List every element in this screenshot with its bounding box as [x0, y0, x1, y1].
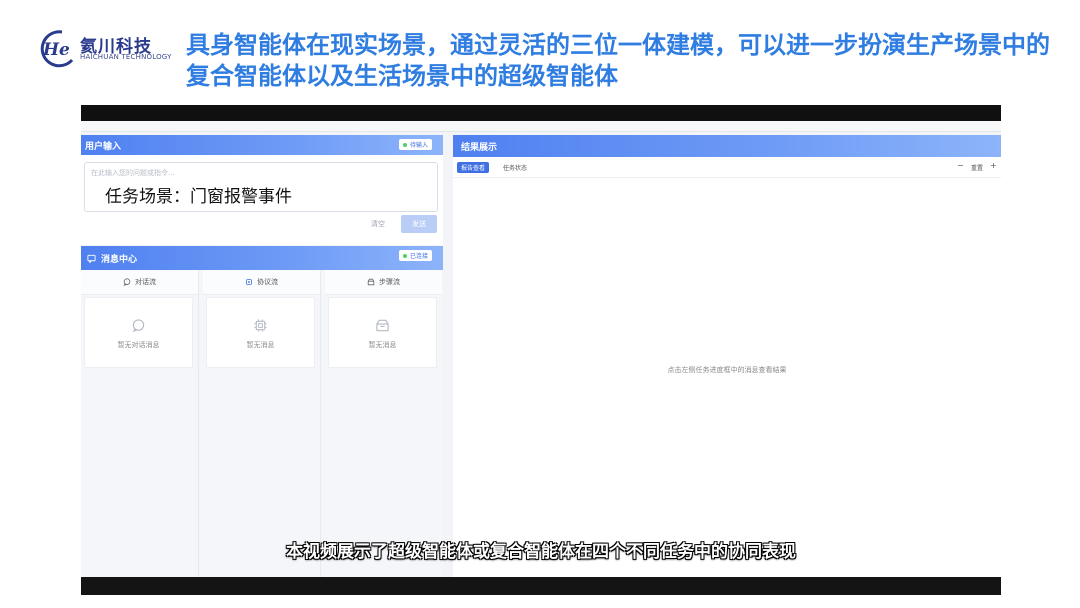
tab-task-status[interactable]: 任务状态 — [499, 162, 531, 173]
column-label: 协议流 — [257, 278, 278, 286]
browser-top-bar — [81, 105, 1001, 121]
result-header: 结果展示 — [453, 135, 1001, 157]
input-status-text: 待输入 — [410, 142, 429, 149]
empty-message-text: 暂无对话消息 — [117, 341, 160, 349]
message-icon — [87, 254, 96, 263]
protocol-flow-column: 协议流 暂无消息 — [203, 270, 321, 577]
connection-status-badge: 已连接 — [399, 250, 433, 261]
chat-bubble-icon — [123, 278, 131, 286]
user-input-header: 用户输入 待输入 — [81, 135, 443, 155]
send-button[interactable]: 发送 — [401, 215, 437, 233]
app-screenshot: 用户输入 待输入 在此输入您的问题或指令... 任务场景：门窗报警事件 清空 发… — [81, 105, 1001, 595]
task-scenario-text: 任务场景：门窗报警事件 — [105, 187, 292, 207]
zoom-out-button[interactable]: − — [957, 161, 964, 170]
column-label: 对话流 — [135, 278, 156, 286]
input-status-badge: 待输入 — [399, 139, 433, 150]
tab-protocol-flow[interactable]: 协议流 — [203, 270, 320, 295]
empty-state-card: 暂无消息 — [328, 297, 437, 368]
chat-bubble-icon — [132, 319, 145, 333]
message-center-title: 消息中心 — [101, 254, 138, 265]
empty-state-card: 暂无消息 — [206, 297, 315, 368]
browser-toolbar-strip — [81, 121, 1001, 132]
tab-report-view[interactable]: 报告查看 — [457, 162, 490, 173]
connection-dot — [403, 253, 407, 258]
zoom-in-button[interactable]: + — [990, 161, 997, 170]
column-label: 步骤流 — [379, 278, 400, 286]
message-center-header: 消息中心 已连接 — [81, 246, 443, 270]
user-input-panel: 在此输入您的问题或指令... 任务场景：门窗报警事件 — [81, 155, 443, 245]
clear-button[interactable]: 清空 — [371, 219, 385, 229]
empty-state-card: 暂无对话消息 — [84, 297, 193, 368]
result-title: 结果展示 — [461, 142, 498, 153]
status-dot — [403, 142, 407, 147]
step-flow-column: 步骤流 暂无消息 — [325, 270, 442, 577]
dialogue-flow-column: 对话流 暂无对话消息 — [81, 270, 199, 577]
taskbar — [81, 577, 1001, 595]
haichuan-logo-icon: He — [40, 30, 74, 68]
input-placeholder: 在此输入您的问题或指令... — [91, 169, 175, 177]
message-center-body: 对话流 暂无对话消息 协议流 暂无消息 步骤流 暂无消息 — [81, 270, 443, 577]
tab-step-flow[interactable]: 步骤流 — [325, 270, 442, 295]
empty-message-text: 暂无消息 — [368, 341, 397, 349]
logo-text-en: HAICHUAN TECHNOLOGY — [80, 53, 172, 61]
tab-dialogue-flow[interactable]: 对话流 — [81, 270, 198, 295]
result-panel: 报告查看 任务状态 − 重置 + 点击左侧任务进度框中的消息查看结果 — [453, 157, 1001, 577]
result-hint-text: 点击左侧任务进度框中的消息查看结果 — [667, 366, 787, 374]
result-tab-bar: 报告查看 任务状态 − 重置 + — [453, 157, 1001, 178]
question-input[interactable]: 在此输入您的问题或指令... 任务场景：门窗报警事件 — [84, 162, 438, 212]
chip-icon — [254, 319, 267, 332]
svg-text:He: He — [42, 40, 70, 60]
connection-status-text: 已连接 — [410, 253, 429, 260]
box-icon — [376, 319, 389, 332]
chip-icon — [246, 279, 252, 285]
video-subtitle: 本视频展示了超级智能体或复合智能体在四个不同任务中的协同表现 — [286, 542, 796, 562]
empty-message-text: 暂无消息 — [246, 341, 275, 349]
company-logo: He 氦川科技 HAICHUAN TECHNOLOGY — [36, 26, 176, 74]
zoom-reset-button[interactable]: 重置 — [971, 163, 983, 172]
slide-title: 具身智能体在现实场景，通过灵活的三位一体建模，可以进一步扮演生产场景中的复合智能… — [186, 31, 1050, 90]
user-input-title: 用户输入 — [85, 141, 122, 152]
box-icon — [367, 278, 375, 286]
